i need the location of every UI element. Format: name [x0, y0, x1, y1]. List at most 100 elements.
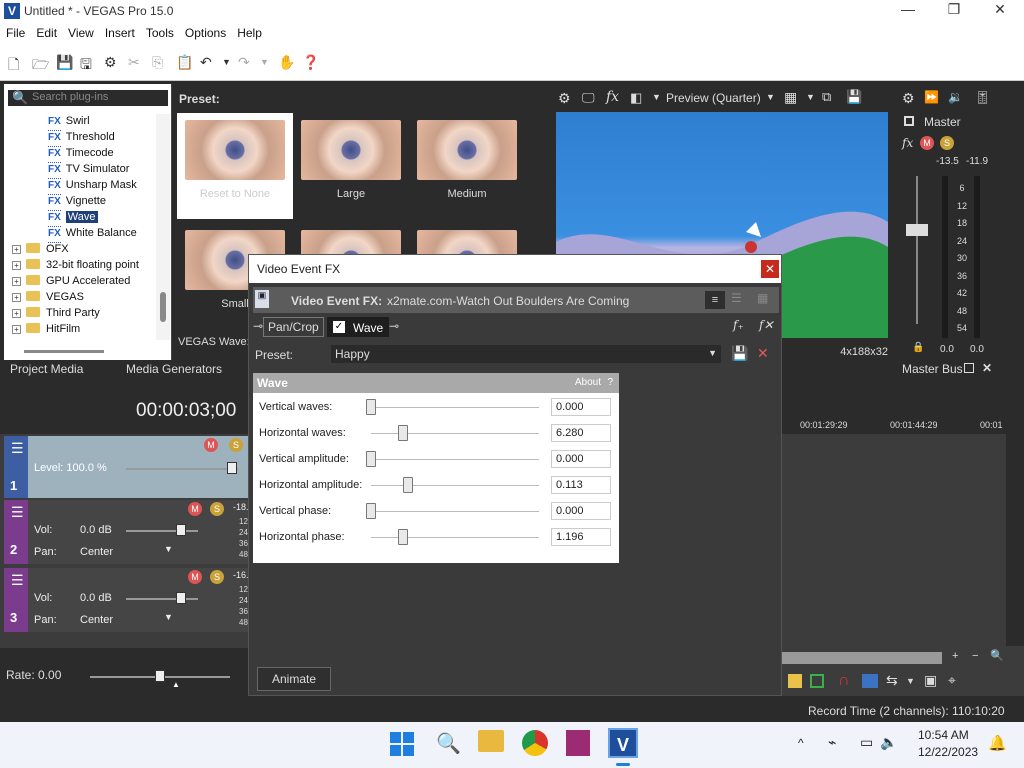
display-icon[interactable]: ▭	[860, 734, 873, 751]
preset-reset-to-none[interactable]: Reset to None	[177, 113, 293, 219]
dialog-close-button[interactable]: ✕	[761, 260, 779, 278]
audio-track-2[interactable]: 2 ☰ M S Vol: 0.0 dB Pan: Center ▼ -18. 1…	[4, 500, 249, 564]
split-screen-icon[interactable]: ◧	[630, 90, 642, 106]
wave-enable-checkbox[interactable]: ✓	[333, 321, 345, 333]
param-value-input[interactable]: 0.000	[551, 502, 611, 520]
open-folder-icon[interactable]: 🗁	[32, 54, 49, 78]
notification-bell-icon[interactable]: 🔔	[988, 734, 1007, 752]
settings-gear-icon[interactable]: ⚙	[558, 90, 571, 107]
folder-hitfilm[interactable]: + HitFilm	[12, 321, 80, 337]
expand-icon[interactable]: +	[12, 325, 21, 334]
delete-preset-icon[interactable]: ✕	[757, 345, 769, 362]
param-slider-track[interactable]	[371, 433, 539, 434]
volume-fader[interactable]	[126, 598, 198, 600]
whats-this-help-icon[interactable]: ❓	[302, 54, 319, 71]
preset-large[interactable]: Large	[293, 113, 409, 219]
expand-icon[interactable]: +	[12, 293, 21, 302]
winrar-icon[interactable]	[566, 730, 590, 756]
horizontal-scroll-thumb[interactable]	[24, 350, 104, 353]
track-menu-icon[interactable]: ☰	[11, 572, 24, 589]
timeline-vertical-scrollbar[interactable]	[1006, 386, 1024, 646]
volume-knob[interactable]	[176, 524, 186, 536]
copy-icon[interactable]: ⎘	[152, 54, 163, 71]
scroll-thumb[interactable]	[160, 292, 166, 322]
chevron-down-icon[interactable]: ▼	[806, 92, 815, 102]
menu-options[interactable]: Options	[179, 23, 231, 40]
param-value-input[interactable]: 6.280	[551, 424, 611, 442]
plugin-item-swirl[interactable]: FX Swirl	[48, 113, 90, 131]
close-icon[interactable]: ✕	[982, 361, 992, 375]
mute-icon[interactable]: M	[204, 438, 218, 452]
folder-ofx[interactable]: + OFX	[12, 241, 69, 257]
save-as-icon[interactable]: 🖫	[80, 54, 92, 78]
interactive-tutorial-icon[interactable]: ✋	[278, 54, 295, 71]
mute-icon[interactable]: M	[920, 136, 934, 150]
file-explorer-icon[interactable]	[478, 730, 504, 752]
plugin-item-vignette[interactable]: FX Vignette	[48, 193, 106, 211]
timeline-horizontal-scrollbar[interactable]	[782, 652, 942, 664]
plugin-item-timecode[interactable]: FX Timecode	[48, 145, 114, 163]
help-link[interactable]: ?	[607, 377, 613, 388]
solo-icon[interactable]: S	[210, 502, 224, 516]
mixer-icon[interactable]: 🎚	[974, 90, 991, 106]
plugin-item-wave[interactable]: FX Wave	[48, 209, 98, 227]
chevron-down-icon[interactable]: ▼	[766, 92, 775, 102]
region-icon[interactable]	[810, 674, 824, 688]
chevron-down-icon[interactable]: ▼	[652, 92, 661, 102]
level-knob[interactable]	[227, 462, 237, 474]
expand-icon[interactable]: +	[12, 277, 21, 286]
auto-ripple-icon[interactable]	[862, 674, 878, 688]
marker-icon[interactable]	[788, 674, 802, 688]
preset-dropdown[interactable]: Happy ▼	[331, 345, 721, 363]
paste-icon[interactable]: 📋	[176, 54, 193, 71]
fx-icon[interactable]: fx	[606, 89, 619, 105]
track-menu-icon[interactable]: ☰	[11, 440, 24, 457]
time-ruler[interactable]: 00:01:29:29 00:01:44:29 00:01	[782, 386, 1010, 434]
folder-third-party[interactable]: + Third Party	[12, 305, 100, 321]
network-icon[interactable]: ⌁	[828, 734, 836, 751]
redo-dropdown-icon[interactable]: ▼	[260, 57, 269, 67]
plugin-search-input[interactable]: 🔍 Search plug-ins	[8, 90, 168, 106]
plugin-item-white-balance[interactable]: FX White Balance	[48, 225, 137, 243]
chain-item-pan-crop[interactable]: Pan/Crop	[263, 317, 324, 337]
chrome-icon[interactable]	[522, 730, 548, 756]
windows-start-icon[interactable]	[390, 732, 414, 756]
preset-medium[interactable]: Medium	[409, 113, 525, 219]
zoom-in-icon[interactable]: +	[952, 650, 958, 662]
fx-icon[interactable]: fx	[902, 136, 913, 150]
plugin-item-tv-simulator[interactable]: FX TV Simulator	[48, 161, 129, 179]
snap-magnet-icon[interactable]: ∩	[838, 672, 850, 690]
undo-icon[interactable]: ↶	[200, 54, 212, 71]
audio-track-3[interactable]: 3 ☰ M S Vol: 0.0 dB Pan: Center ▼ -16. 1…	[4, 568, 249, 632]
level-fader[interactable]	[126, 468, 238, 470]
save-preset-icon[interactable]: 💾	[731, 345, 748, 362]
video-track-1[interactable]: 1 ☰ M S Level: 100.0 %	[4, 436, 248, 498]
param-value-input[interactable]: 0.000	[551, 450, 611, 468]
rate-knob[interactable]	[155, 670, 165, 682]
param-value-input[interactable]: 0.113	[551, 476, 611, 494]
master-bus-tab[interactable]: Master Bus	[902, 362, 963, 376]
param-slider-thumb[interactable]	[397, 425, 408, 441]
grid-view-icon[interactable]: ▦	[757, 291, 768, 305]
folder-vegas[interactable]: + VEGAS	[12, 289, 84, 305]
solo-icon[interactable]: S	[940, 136, 954, 150]
tab-media-generators[interactable]: Media Generators	[126, 362, 222, 376]
copy-snapshot-icon[interactable]: ⧉	[822, 89, 831, 105]
param-slider-track[interactable]	[371, 537, 539, 538]
param-slider-track[interactable]	[371, 511, 539, 512]
param-slider-track[interactable]	[371, 485, 539, 486]
param-slider-track[interactable]	[371, 459, 539, 460]
mute-speaker-icon[interactable]: 🔉	[948, 90, 963, 104]
search-icon[interactable]: 🔍	[436, 731, 461, 756]
solo-icon[interactable]: S	[229, 438, 243, 452]
save-snapshot-icon[interactable]: 💾	[846, 89, 862, 105]
downmix-icon[interactable]: ⏩	[924, 90, 939, 104]
zoom-tool-icon[interactable]: 🔍	[990, 649, 1004, 662]
menu-insert[interactable]: Insert	[99, 23, 140, 40]
preview-quality-dropdown[interactable]: Preview (Quarter)	[666, 91, 761, 105]
chevron-down-icon[interactable]: ▼	[906, 676, 915, 686]
param-slider-thumb[interactable]	[366, 503, 376, 519]
redo-icon[interactable]: ↷	[238, 54, 250, 71]
list-view-icon[interactable]: ≡	[705, 291, 725, 309]
param-slider-thumb[interactable]	[366, 399, 376, 415]
